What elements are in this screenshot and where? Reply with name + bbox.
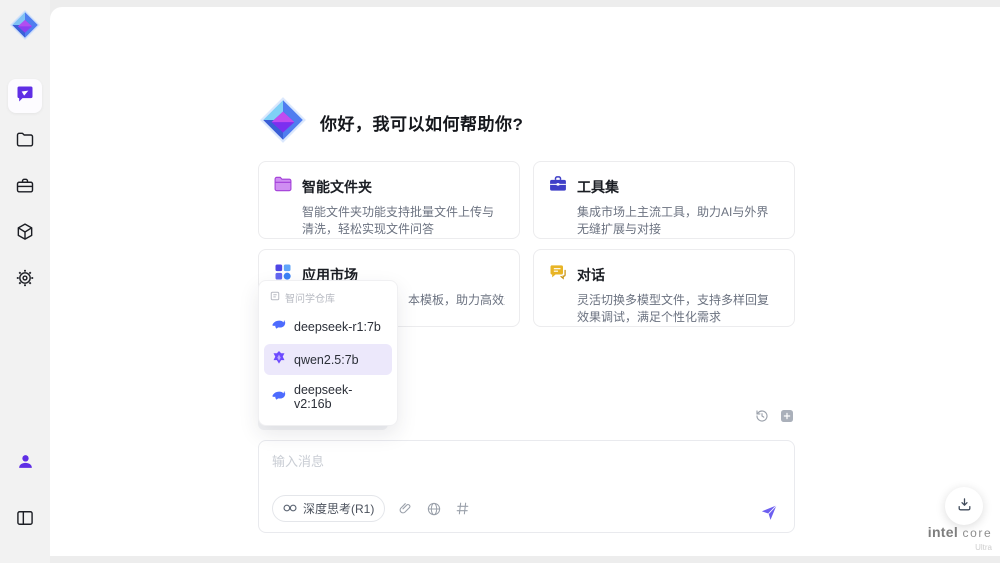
intel-ultra-label: Ultra (975, 543, 992, 552)
dialog-icon (548, 262, 568, 287)
globe-button[interactable] (426, 501, 442, 517)
app-window: 你好，我可以如何帮助你? 智能文件夹 智能文件夹功能支持批量文件上传与清洗，轻松… (0, 0, 1000, 563)
chat-icon (15, 84, 35, 109)
card-smart-folder[interactable]: 智能文件夹 智能文件夹功能支持批量文件上传与清洗，轻松实现文件问答 (258, 161, 520, 239)
model-dropdown-header: 智问学仓库 (264, 287, 392, 311)
attach-button[interactable] (398, 501, 413, 516)
message-composer: 深度思考(R1) (258, 440, 795, 533)
qwen-icon (271, 350, 287, 369)
sidebar (0, 0, 50, 563)
history-button[interactable] (754, 408, 770, 424)
new-chat-button[interactable] (779, 408, 795, 424)
model-option-deepseek-r1[interactable]: deepseek-r1:7b (264, 311, 392, 342)
message-input[interactable] (272, 451, 702, 491)
assistant-logo-icon (258, 95, 308, 150)
deep-think-icon (283, 502, 297, 516)
app-logo-icon (8, 8, 42, 47)
hash-button[interactable] (455, 501, 470, 516)
card-desc: 智能文件夹功能支持批量文件上传与清洗，轻松实现文件问答 (302, 205, 495, 237)
send-button[interactable] (759, 502, 779, 522)
deep-think-toggle[interactable]: 深度思考(R1) (272, 495, 386, 522)
knowledge-base-icon (270, 291, 280, 304)
card-title: 工具集 (577, 178, 619, 195)
model-option-deepseek-v2[interactable]: deepseek-v2:16b (264, 377, 392, 417)
user-icon (16, 452, 35, 476)
folder-icon (15, 130, 35, 155)
panel-layout-icon (15, 508, 35, 533)
card-desc: 集成市场上主流工具，助力AI与外界无缝扩展与对接 (577, 205, 769, 237)
sidebar-item-profile[interactable] (8, 447, 42, 481)
briefcase-icon (15, 176, 35, 201)
sidebar-item-models[interactable] (8, 217, 42, 251)
card-title: 对话 (577, 266, 605, 283)
cube-icon (15, 222, 35, 247)
deepseek-icon (271, 317, 287, 336)
sidebar-item-settings[interactable] (8, 263, 42, 297)
greeting-title: 你好，我可以如何帮助你? (320, 115, 524, 134)
sidebar-item-collapse[interactable] (8, 503, 42, 537)
sidebar-item-chat[interactable] (8, 79, 42, 113)
download-icon (956, 496, 973, 516)
smart-folder-icon (273, 174, 293, 199)
composer-toolbar: 深度思考(R1) (272, 495, 470, 522)
sidebar-item-toolbox[interactable] (8, 171, 42, 205)
model-option-qwen[interactable]: qwen2.5:7b (264, 344, 392, 375)
main-content: 你好，我可以如何帮助你? 智能文件夹 智能文件夹功能支持批量文件上传与清洗，轻松… (50, 7, 1000, 556)
card-desc: 灵活切换多模型文件，支持多样回复效果调试，满足个性化需求 (577, 293, 770, 325)
model-dropdown: 智问学仓库 deepseek-r1:7b qwen2.5:7b deepseek… (258, 280, 398, 426)
greeting-row: 你好，我可以如何帮助你? (258, 95, 795, 150)
deepseek-icon (271, 388, 287, 407)
intel-core-logo: intel core Ultra (922, 524, 998, 552)
card-title: 智能文件夹 (302, 178, 372, 195)
toolset-icon (548, 174, 568, 199)
gear-icon (15, 268, 35, 293)
card-toolset[interactable]: 工具集 集成市场上主流工具，助力AI与外界无缝扩展与对接 (533, 161, 795, 239)
sidebar-item-folders[interactable] (8, 125, 42, 159)
card-dialog[interactable]: 对话 灵活切换多模型文件，支持多样回复效果调试，满足个性化需求 (533, 249, 795, 327)
download-fab[interactable] (945, 487, 983, 525)
